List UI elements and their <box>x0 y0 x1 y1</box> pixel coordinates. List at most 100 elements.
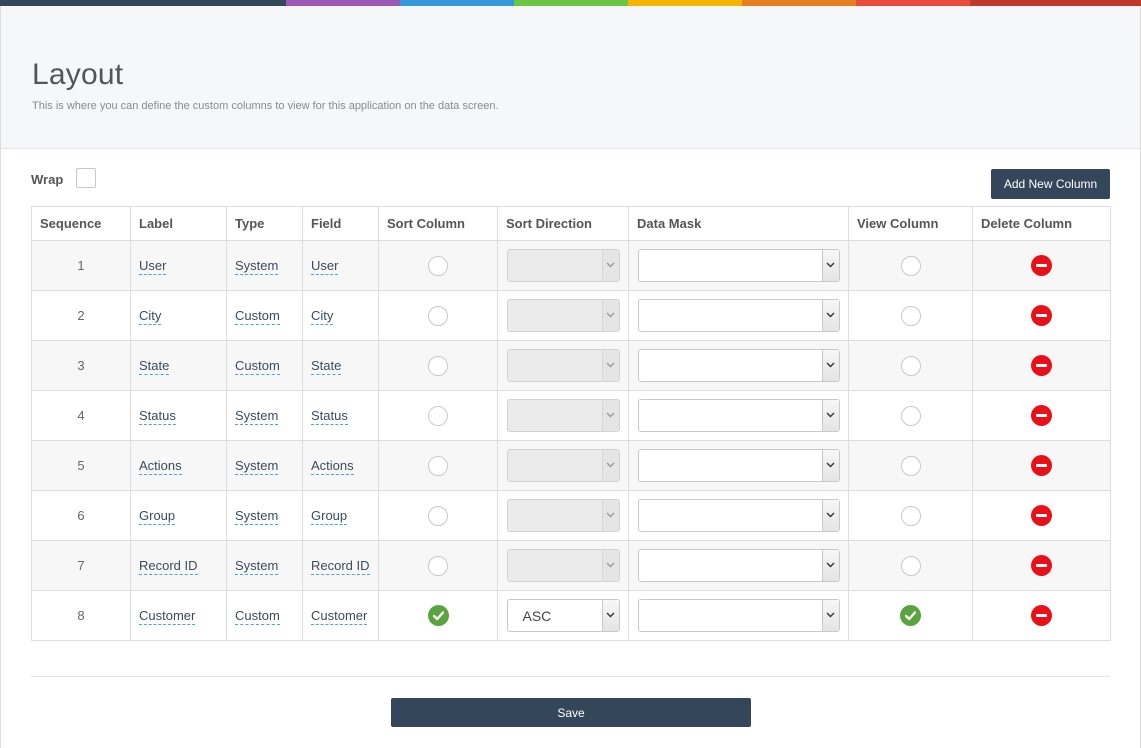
type-cell: Custom <box>226 340 303 391</box>
table-row: 2 City Custom City <box>31 290 1111 341</box>
save-button[interactable]: Save <box>391 698 751 727</box>
column-header[interactable]: Label <box>130 206 227 241</box>
view-column-radio[interactable] <box>900 455 921 476</box>
delete-icon[interactable] <box>1031 555 1052 576</box>
delete-icon[interactable] <box>1031 605 1052 626</box>
sort-column-radio[interactable] <box>428 305 448 326</box>
sort-column-radio[interactable] <box>428 455 448 476</box>
data-mask-cell <box>628 390 849 441</box>
checked-icon[interactable] <box>900 605 921 626</box>
label-link[interactable]: Record ID <box>139 558 198 575</box>
chevron-down-icon <box>821 550 839 581</box>
type-cell: System <box>226 440 303 491</box>
field-cell: City <box>302 290 379 341</box>
column-header[interactable]: Data Mask <box>628 206 849 241</box>
type-link[interactable]: System <box>235 508 279 525</box>
delete-column-cell <box>972 490 1111 541</box>
view-column-radio[interactable] <box>900 355 921 376</box>
field-link[interactable]: Customer <box>311 608 368 625</box>
delete-icon[interactable] <box>1031 455 1052 476</box>
label-cell: State <box>130 340 227 391</box>
sort-direction-cell <box>497 440 629 491</box>
sequence-cell: 2 <box>31 290 131 341</box>
column-header[interactable]: Field <box>302 206 379 241</box>
field-link[interactable]: User <box>311 258 339 275</box>
type-link[interactable]: Custom <box>235 358 280 375</box>
data-mask-select[interactable] <box>637 249 840 282</box>
view-column-radio[interactable] <box>900 405 921 426</box>
field-link[interactable]: Actions <box>311 458 354 475</box>
label-link[interactable]: Group <box>139 508 176 525</box>
chevron-down-icon <box>601 300 619 331</box>
type-link[interactable]: System <box>235 458 279 475</box>
view-column-radio[interactable] <box>900 305 921 326</box>
field-link[interactable]: State <box>311 358 342 375</box>
chevron-down-icon <box>601 250 619 281</box>
label-link[interactable]: Actions <box>139 458 182 475</box>
sort-direction-cell <box>497 490 629 541</box>
column-header[interactable]: Sort Direction <box>497 206 629 241</box>
column-header[interactable]: Sequence <box>31 206 131 241</box>
delete-column-cell <box>972 390 1111 441</box>
wrap-label: Wrap <box>31 172 64 187</box>
column-header[interactable]: Type <box>226 206 303 241</box>
delete-icon[interactable] <box>1031 405 1052 426</box>
delete-icon[interactable] <box>1031 255 1052 276</box>
type-link[interactable]: Custom <box>235 608 280 625</box>
data-mask-select[interactable] <box>637 399 840 432</box>
field-cell: Actions <box>302 440 379 491</box>
sort-column-radio[interactable] <box>428 555 448 576</box>
sort-column-cell <box>378 390 498 441</box>
field-link[interactable]: Status <box>311 408 348 425</box>
delete-icon[interactable] <box>1031 505 1052 526</box>
field-link[interactable]: City <box>311 308 334 325</box>
data-mask-select[interactable] <box>637 499 840 532</box>
label-link[interactable]: City <box>139 308 162 325</box>
delete-icon[interactable] <box>1031 305 1052 326</box>
view-column-radio[interactable] <box>900 505 921 526</box>
delete-column-cell <box>972 590 1111 641</box>
sort-direction-select <box>506 249 620 282</box>
add-new-column-button[interactable]: Add New Column <box>991 169 1110 199</box>
sort-direction-select <box>506 349 620 382</box>
view-column-radio[interactable] <box>900 555 921 576</box>
sequence-cell: 5 <box>31 440 131 491</box>
data-mask-select[interactable] <box>637 549 840 582</box>
type-cell: System <box>226 390 303 441</box>
column-header[interactable]: Sort Column <box>378 206 498 241</box>
data-mask-cell <box>628 290 849 341</box>
delete-icon[interactable] <box>1031 355 1052 376</box>
data-mask-cell <box>628 490 849 541</box>
view-column-cell <box>848 490 973 541</box>
delete-column-cell <box>972 540 1111 591</box>
data-mask-select[interactable] <box>637 299 840 332</box>
data-mask-select[interactable] <box>637 599 840 632</box>
data-mask-select[interactable] <box>637 349 840 382</box>
view-column-radio[interactable] <box>900 255 921 276</box>
type-link[interactable]: System <box>235 258 279 275</box>
sort-direction-select[interactable]: ASC <box>506 599 620 632</box>
sort-direction-value: ASC <box>522 608 552 624</box>
sort-column-radio[interactable] <box>428 405 448 426</box>
sort-column-radio[interactable] <box>428 255 448 276</box>
wrap-checkbox[interactable] <box>76 168 96 188</box>
sort-column-cell <box>378 490 498 541</box>
column-header[interactable]: View Column <box>848 206 973 241</box>
table-body: 1 User System User 2 City Custom City 3 State Cust… <box>31 240 1111 641</box>
label-link[interactable]: State <box>139 358 170 375</box>
table-row: 5 Actions System Actions <box>31 440 1111 491</box>
checked-icon[interactable] <box>427 605 449 626</box>
sort-column-radio[interactable] <box>428 505 448 526</box>
field-link[interactable]: Record ID <box>311 558 370 575</box>
label-link[interactable]: User <box>139 258 167 275</box>
data-mask-select[interactable] <box>637 449 840 482</box>
label-cell: Customer <box>130 590 227 641</box>
type-link[interactable]: System <box>235 558 279 575</box>
label-link[interactable]: Customer <box>139 608 196 625</box>
type-link[interactable]: Custom <box>235 308 280 325</box>
field-link[interactable]: Group <box>311 508 348 525</box>
sort-column-radio[interactable] <box>428 355 448 376</box>
type-link[interactable]: System <box>235 408 279 425</box>
label-link[interactable]: Status <box>139 408 176 425</box>
column-header[interactable]: Delete Column <box>972 206 1111 241</box>
